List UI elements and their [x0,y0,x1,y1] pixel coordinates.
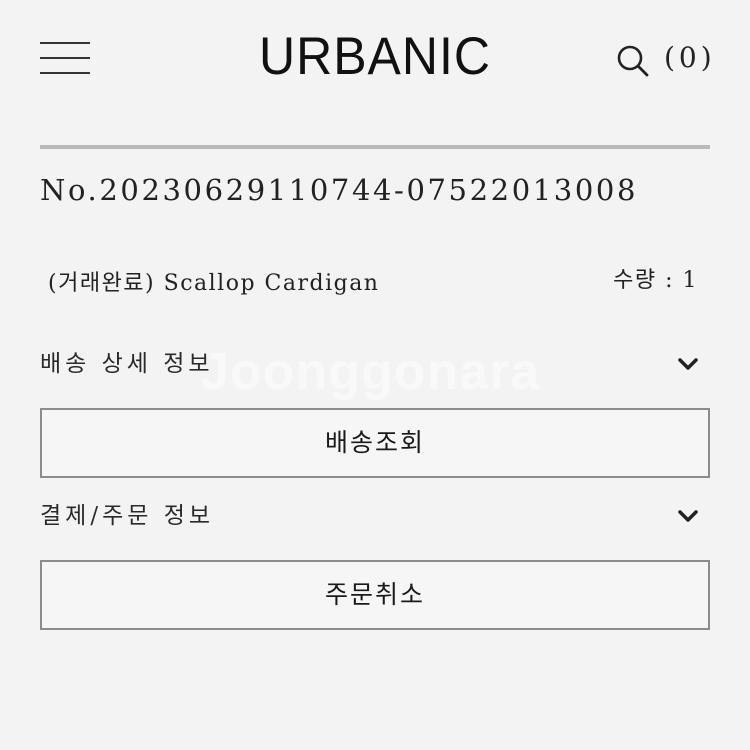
search-icon[interactable] [616,44,650,78]
product-name: (거래완료) Scallop Cardigan [48,271,380,296]
header: URBANIC (0) [0,0,750,118]
shipping-details-toggle[interactable]: 배송 상세 정보 [40,344,710,384]
order-number: No.20230629110744-07522013008 [40,173,639,207]
track-shipping-button[interactable]: 배송조회 [40,408,710,478]
chevron-down-icon[interactable] [677,508,699,524]
payment-order-title: 결제/주문 정보 [40,503,215,529]
product-quantity: 수량 : 1 [613,268,698,293]
cancel-order-button[interactable]: 주문취소 [40,560,710,630]
cart-count[interactable]: (0) [664,38,714,78]
chevron-down-icon[interactable] [677,356,699,372]
product-row: (거래완료) Scallop Cardigan 수량 : 1 [48,266,698,302]
payment-order-toggle[interactable]: 결제/주문 정보 [40,496,710,536]
shipping-details-title: 배송 상세 정보 [40,351,214,377]
header-divider [40,145,710,149]
